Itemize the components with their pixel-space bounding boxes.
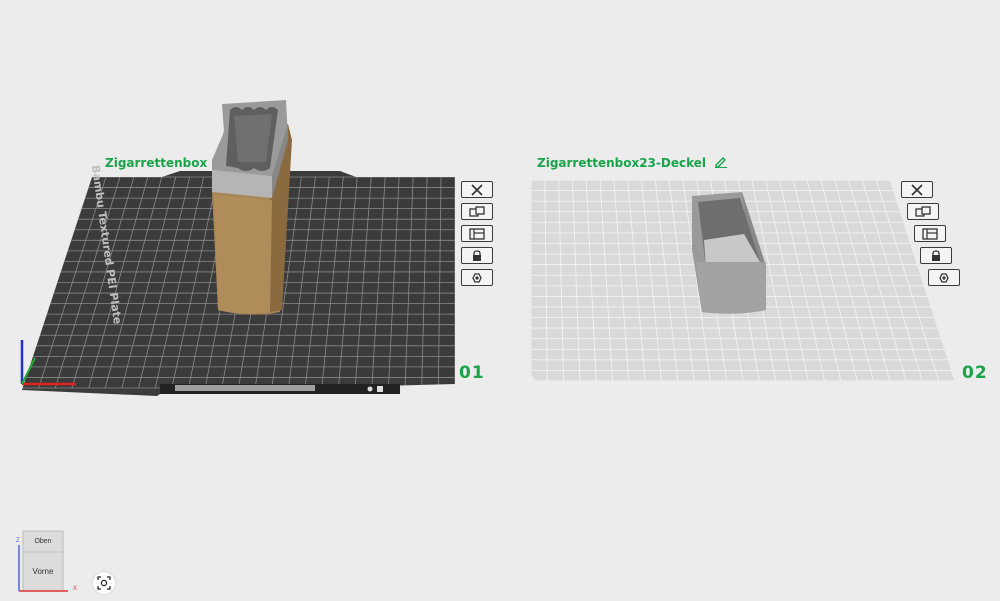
plate-02-arrange-button[interactable] — [907, 203, 939, 220]
plate-01-number: 01 — [459, 363, 485, 383]
plate-01-arrange-button[interactable] — [461, 203, 493, 220]
arrange-icon — [469, 205, 485, 217]
plate-01-orient-button[interactable] — [461, 225, 493, 242]
plate-02-remove-button[interactable] — [901, 181, 933, 198]
plate-02-name[interactable]: Zigarrettenbox23-Deckel — [537, 156, 728, 171]
view-cube-x-label: X — [73, 586, 78, 592]
settings-icon — [939, 272, 949, 283]
plate-01-remove-button[interactable] — [461, 181, 493, 198]
zoom-fit-button[interactable] — [93, 572, 115, 594]
orient-icon — [469, 227, 485, 240]
arrange-icon — [915, 205, 931, 217]
zoom-fit-icon — [97, 576, 111, 590]
plate-02-lock-button[interactable] — [920, 247, 952, 264]
plate-02-orient-button[interactable] — [914, 225, 946, 242]
lock-icon — [932, 249, 940, 261]
plate-01-settings-button[interactable] — [461, 269, 493, 286]
close-icon — [911, 183, 923, 196]
view-cube-z-label: Z — [16, 538, 20, 544]
plate-02-number: 02 — [962, 363, 988, 383]
plate-02-name-text: Zigarrettenbox23-Deckel — [537, 156, 707, 170]
lock-icon — [473, 249, 481, 261]
plate-02-settings-button[interactable] — [928, 269, 960, 286]
view-cube-top-label[interactable]: Oben — [23, 538, 63, 545]
3d-viewport[interactable] — [0, 0, 1000, 601]
plate-01-name-text: Zigarrettenbox — [105, 156, 208, 170]
view-cube-front-label[interactable]: Vorne — [23, 567, 63, 576]
settings-icon — [472, 272, 482, 283]
orient-icon — [922, 227, 938, 240]
plate-01-lock-button[interactable] — [461, 247, 493, 264]
object-zigarrettenbox[interactable] — [212, 100, 292, 315]
plate-01-name[interactable]: Zigarrettenbox — [105, 156, 207, 170]
close-icon — [471, 183, 483, 196]
edit-icon[interactable] — [714, 156, 728, 171]
